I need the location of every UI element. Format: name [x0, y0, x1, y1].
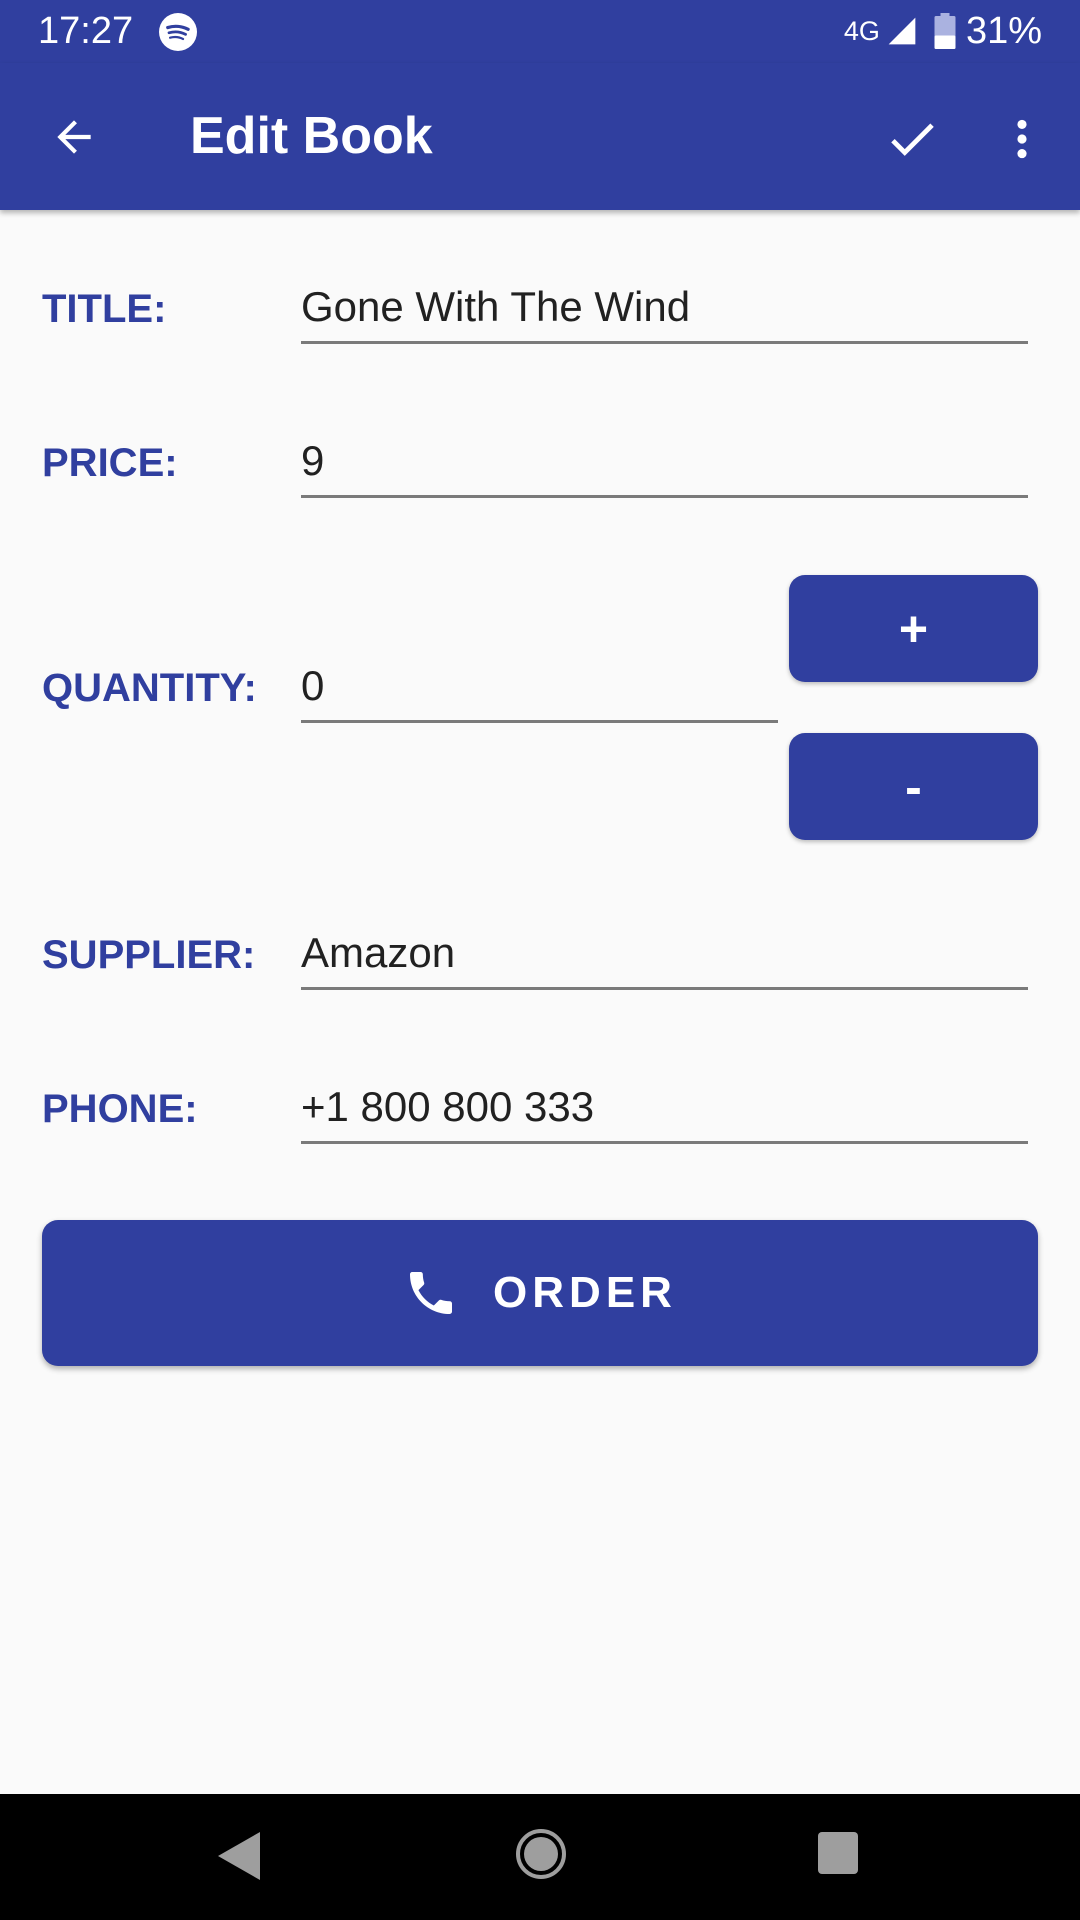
battery-percent: 31%: [965, 9, 1042, 52]
phone-label: PHONE:: [42, 1087, 198, 1131]
decrement-label: -: [905, 758, 922, 815]
navigation-bar: [0, 1794, 1080, 1920]
supplier-field[interactable]: [301, 918, 1028, 990]
title-field[interactable]: [301, 272, 1028, 344]
nav-recents-icon[interactable]: [818, 1832, 858, 1874]
increment-label: +: [898, 600, 929, 657]
signal-icon: [888, 17, 916, 45]
more-vert-icon: [1017, 119, 1027, 159]
title-label: TITLE:: [42, 287, 167, 331]
battery-icon: [934, 13, 956, 49]
price-field[interactable]: [301, 426, 1028, 498]
back-arrow-icon: [57, 120, 91, 154]
increment-button[interactable]: +: [789, 575, 1038, 682]
save-button[interactable]: [880, 107, 944, 171]
spotify-icon: [159, 13, 197, 51]
nav-back-icon[interactable]: [216, 1830, 262, 1882]
phone-field[interactable]: [301, 1072, 1028, 1144]
network-type: 4G: [843, 15, 880, 46]
status-bar: 17:27 4G 31%: [0, 0, 1080, 63]
order-label: ORDER: [493, 1268, 677, 1317]
page-title: Edit Book: [190, 107, 433, 165]
status-time: 17:27: [38, 10, 134, 52]
supplier-label: SUPPLIER:: [42, 933, 256, 977]
app-bar: Edit Book: [0, 63, 1080, 210]
quantity-field[interactable]: [301, 651, 778, 723]
phone-icon: [410, 1272, 453, 1314]
price-label: PRICE:: [42, 441, 178, 485]
check-icon: [891, 123, 934, 156]
nav-home-icon[interactable]: [515, 1828, 567, 1880]
decrement-button[interactable]: -: [789, 733, 1038, 840]
back-button[interactable]: [44, 107, 104, 167]
order-button[interactable]: ORDER: [42, 1220, 1038, 1366]
status-indicators: 4G 31%: [844, 10, 1042, 52]
overflow-menu-button[interactable]: [996, 107, 1048, 171]
quantity-label: QUANTITY:: [42, 666, 257, 710]
